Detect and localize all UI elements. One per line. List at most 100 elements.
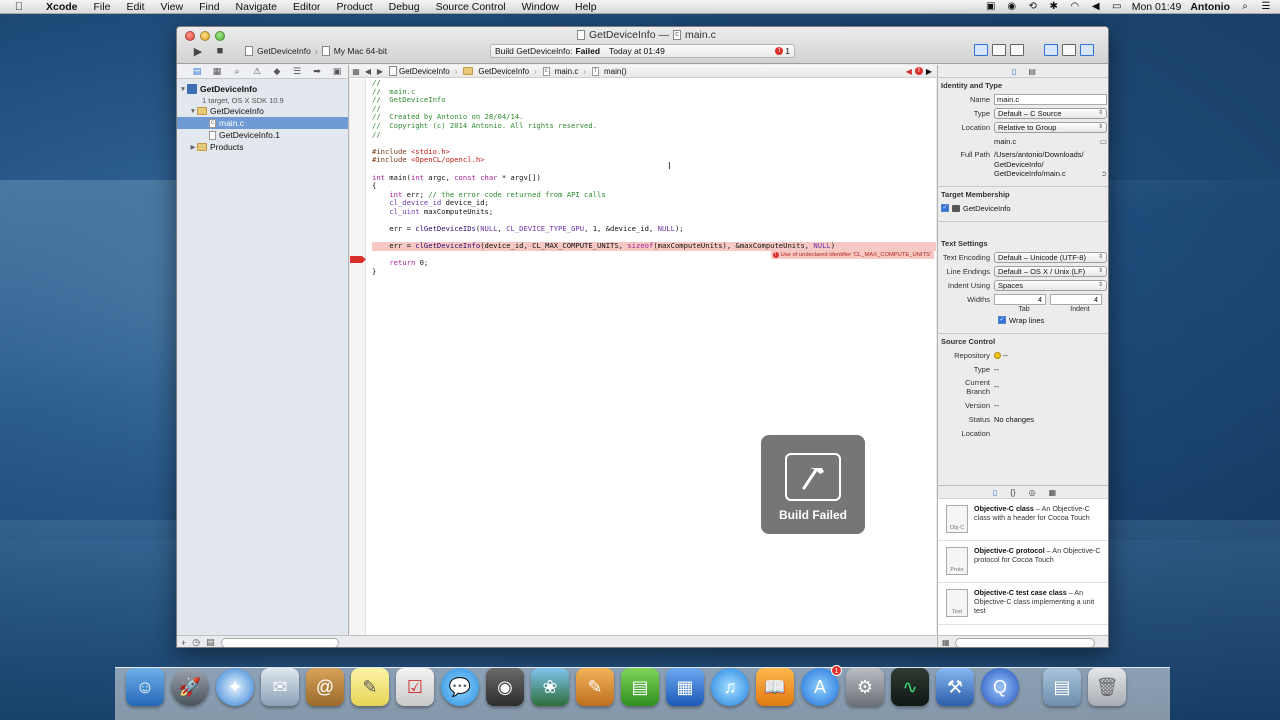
mail-icon[interactable]: ✉ [261,668,299,706]
crumb-function[interactable]: f main() [589,66,630,76]
line-endings-popup[interactable]: Default – OS X / Unix (LF) ⇕ [994,265,1107,277]
code-snippet-library-icon[interactable]: {} [1010,488,1015,497]
menu-edit[interactable]: Edit [118,0,152,14]
bluetooth-icon[interactable]: ✱ [1048,1,1060,12]
activity-monitor-icon[interactable]: ∿ [891,668,929,706]
sync-icon[interactable]: ⟲ [1027,1,1039,12]
navigator-filter-input[interactable] [220,637,339,647]
file-template-library-icon[interactable]: ▯ [993,488,997,497]
menu-find[interactable]: Find [191,0,227,14]
standard-editor-button[interactable] [974,44,988,56]
zoom-button[interactable] [215,31,225,41]
tree-project-row[interactable]: ▼ GetDeviceInfo [177,83,348,95]
assistant-editor-button[interactable] [992,44,1006,56]
recent-files-icon[interactable]: ◷ [192,637,200,647]
destination-name[interactable]: My Mac 64-bit [334,46,387,56]
disclosure-open-icon[interactable]: ▼ [179,86,187,93]
membership-checkbox[interactable]: ✓ [941,204,949,212]
contacts-icon[interactable]: @ [306,668,344,706]
toggle-navigator-button[interactable] [1044,44,1058,56]
menu-source-control[interactable]: Source Control [428,0,514,14]
editor-gutter[interactable] [350,79,366,635]
apple-menu-icon[interactable]:  [12,0,26,14]
trash-icon[interactable]: 🗑 [1088,668,1126,706]
quick-help-icon[interactable]: ▤ [1028,67,1036,76]
wrap-lines-checkbox[interactable]: ✓ [998,316,1006,324]
library-item[interactable]: Test Objective-C test case class – An Ob… [938,583,1108,625]
encoding-popup[interactable]: Default – Unicode (UTF-8) ⇕ [994,251,1107,263]
file-inspector-icon[interactable]: ▯ [1012,67,1016,76]
disclosure-open-icon[interactable]: ▼ [189,108,197,115]
keynote-icon[interactable]: ▦ [666,668,704,706]
choose-folder-icon[interactable]: ▭ [1100,137,1107,146]
tree-file-main-c[interactable]: c main.c [177,117,348,129]
test-navigator-icon[interactable]: ◆ [267,66,287,77]
menu-editor[interactable]: Editor [285,0,328,14]
disclosure-closed-icon[interactable]: ▶ [189,143,197,151]
scheme-name[interactable]: GetDeviceInfo [257,46,311,56]
notes-icon[interactable]: ✎ [351,668,389,706]
wifi-icon[interactable]: ◠ [1069,1,1081,12]
version-editor-button[interactable] [1010,44,1024,56]
activity-viewer[interactable]: Build GetDeviceInfo: Failed Today at 01:… [490,44,795,58]
system-preferences-icon[interactable]: ⚙ [846,668,884,706]
related-items-icon[interactable]: ▦ [350,67,362,76]
battery-icon[interactable]: ▭ [1111,1,1123,12]
spotlight-icon[interactable]: ⌕ [1239,1,1251,12]
object-library-icon[interactable]: ◎ [1029,488,1036,497]
type-popup[interactable]: Default – C Source ⇕ [994,108,1107,119]
run-button[interactable]: ▶ [191,44,205,58]
tree-file-manpage[interactable]: GetDeviceInfo.1 [177,129,348,141]
next-issue-icon[interactable]: ▶ [926,67,932,76]
location-popup[interactable]: Relative to Group ⇕ [994,122,1107,133]
downloads-stack-icon[interactable]: ▤ [1043,668,1081,706]
add-icon[interactable]: + [181,638,186,648]
menu-user[interactable]: Antonio [1190,1,1230,13]
library-item[interactable]: Obj-C Objective-C class – An Objective-C… [938,499,1108,541]
iphoto-icon[interactable]: ❀ [531,668,569,706]
log-navigator-icon[interactable]: ▣ [327,66,347,77]
ibooks-icon[interactable]: 📖 [756,668,794,706]
xcode-icon[interactable]: ⚒ [936,668,974,706]
pages-icon[interactable]: ✎ [576,668,614,706]
minimize-button[interactable] [200,31,210,41]
tab-width-field[interactable]: 4 [994,293,1046,305]
menu-file[interactable]: File [86,0,119,14]
symbol-navigator-icon[interactable]: ▦ [207,66,227,77]
menu-help[interactable]: Help [567,0,605,14]
error-line[interactable]: err = clGetDeviceInfo(device_id, CL_MAX_… [372,241,936,251]
volume-icon[interactable]: ◀ [1090,1,1102,12]
menu-clock[interactable]: Mon 01:49 [1132,1,1182,13]
prev-issue-icon[interactable]: ◀ [906,67,912,76]
library-filter-input[interactable] [954,637,1095,647]
menu-debug[interactable]: Debug [381,0,428,14]
reminders-icon[interactable]: ☑ [396,668,434,706]
grid-view-icon[interactable]: ▦ [942,638,950,647]
crumb-file[interactable]: c main.c › [540,66,589,76]
safari-icon[interactable]: ✦ [216,668,254,706]
stop-button[interactable]: ■ [213,44,227,58]
time-machine-icon[interactable]: ◉ [1006,1,1018,12]
notification-center-icon[interactable]: ☰ [1260,1,1272,12]
menu-window[interactable]: Window [514,0,567,14]
menu-app-name[interactable]: Xcode [38,0,86,14]
error-line-marker[interactable] [350,256,366,263]
menu-navigate[interactable]: Navigate [228,0,285,14]
indent-popup[interactable]: Spaces ⇕ [994,279,1107,291]
project-navigator-icon[interactable]: ▤ [187,66,207,77]
reveal-in-finder-icon[interactable]: ➲ [1101,169,1107,179]
code-text[interactable]: // // main.c // GetDeviceInfo // // Crea… [372,78,936,277]
debug-navigator-icon[interactable]: ☰ [287,66,307,77]
crumb-group[interactable]: GetDeviceInfo › [460,67,539,76]
name-field[interactable]: main.c [994,94,1107,105]
library-item[interactable]: Proto Objective-C protocol – An Objectiv… [938,541,1108,583]
screen-mirror-icon[interactable]: ▣ [985,1,997,12]
crumb-project[interactable]: GetDeviceInfo › [386,66,460,76]
find-navigator-icon[interactable]: ⌕ [227,66,247,77]
scm-filter-icon[interactable]: ▤ [206,637,215,647]
error-annotation[interactable]: ! Use of undeclared identifier 'CL_MAX_C… [770,251,934,259]
scheme-selector[interactable]: GetDeviceInfo › My Mac 64-bit [245,46,387,56]
messages-icon[interactable]: 💬 [441,668,479,706]
numbers-icon[interactable]: ▤ [621,668,659,706]
tree-group-row[interactable]: ▼ GetDeviceInfo [177,105,348,117]
